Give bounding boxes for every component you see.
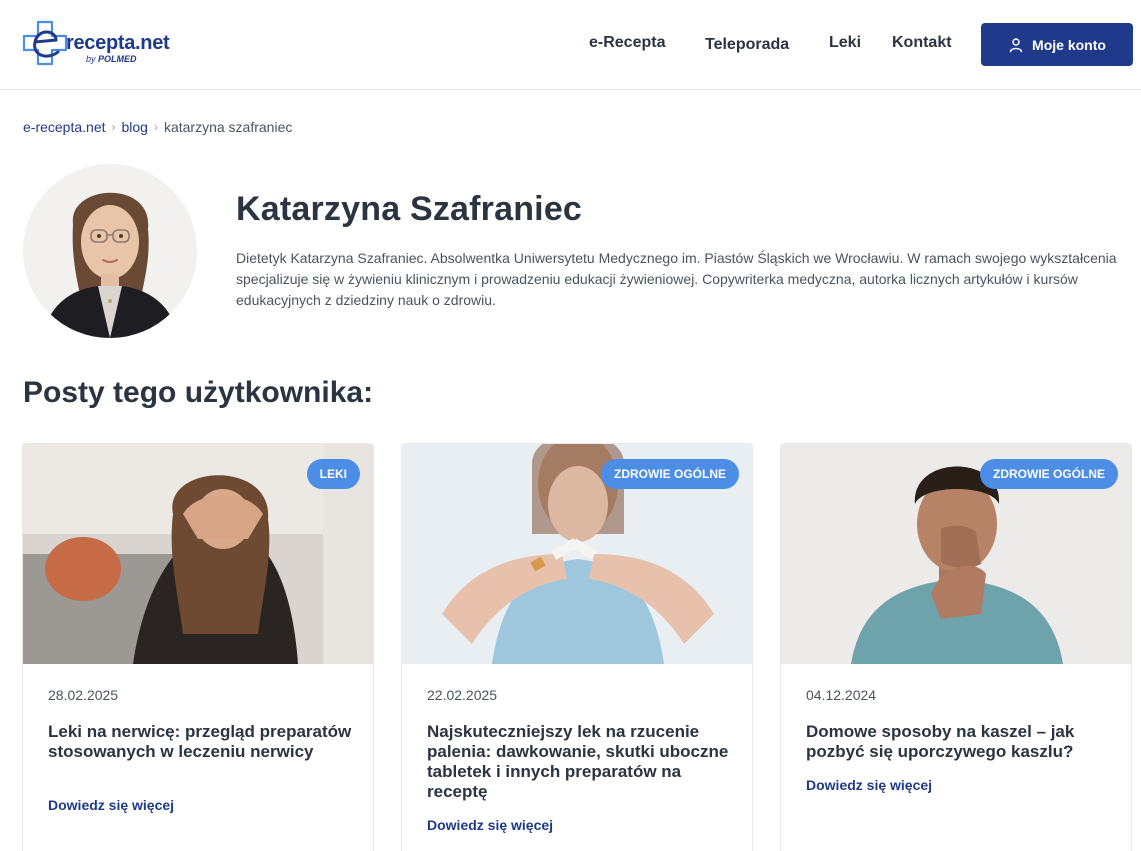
post-card[interactable]: ZDROWIE OGÓLNE 22.02.2025 Najskuteczniej… <box>401 443 753 851</box>
post-date: 22.02.2025 <box>427 687 498 703</box>
user-icon <box>1009 37 1023 52</box>
post-title[interactable]: Najskuteczniejszy lek na rzucenie paleni… <box>427 722 732 802</box>
breadcrumb-current: katarzyna szafraniec <box>163 119 293 135</box>
post-card[interactable]: ZDROWIE OGÓLNE 04.12.2024 Domowe sposoby… <box>780 443 1132 851</box>
read-more-link[interactable]: Dowiedz się więcej <box>48 797 174 813</box>
nav-kontakt[interactable]: Kontakt <box>892 34 952 56</box>
post-date: 04.12.2024 <box>806 687 877 703</box>
my-account-label: Moje konto <box>1032 36 1106 53</box>
post-image[interactable]: LEKI <box>23 444 373 664</box>
my-account-button[interactable]: Moje konto <box>981 23 1133 66</box>
nav-e-recepta[interactable]: e-Recepta <box>589 34 665 56</box>
site-logo[interactable]: recepta.net by POLMED <box>22 20 170 68</box>
post-title[interactable]: Leki na nerwicę: przegląd preparatów sto… <box>48 722 353 762</box>
post-card[interactable]: LEKI 28.02.2025 Leki na nerwicę: przeglą… <box>22 443 374 851</box>
logo-by: by <box>86 54 96 64</box>
post-date: 28.02.2025 <box>48 687 119 703</box>
nav-leki[interactable]: Leki <box>829 34 861 56</box>
logo-brand: POLMED <box>98 54 137 64</box>
chevron-right-icon: › <box>111 120 116 134</box>
post-title[interactable]: Domowe sposoby na kaszel – jak pozbyć si… <box>806 722 1111 762</box>
author-avatar <box>23 164 197 338</box>
posts-heading: Posty tego użytkownika: <box>23 376 374 409</box>
breadcrumb-blog[interactable]: blog <box>122 119 148 135</box>
post-image[interactable]: ZDROWIE OGÓLNE <box>402 444 752 664</box>
chevron-right-icon: › <box>153 120 158 134</box>
breadcrumb-home[interactable]: e-recepta.net <box>23 119 106 135</box>
logo-text: recepta.net <box>66 32 170 54</box>
category-badge: ZDROWIE OGÓLNE <box>601 459 739 489</box>
author-bio: Dietetyk Katarzyna Szafraniec. Absolwent… <box>236 250 1117 308</box>
cross-e-logo-icon <box>22 20 68 66</box>
category-badge: ZDROWIE OGÓLNE <box>980 459 1118 489</box>
nav-teleporada[interactable]: Teleporada <box>705 36 789 58</box>
category-badge: LEKI <box>306 459 360 489</box>
breadcrumb: e-recepta.net › blog › katarzyna szafran… <box>23 117 292 137</box>
logo-byline: by POLMED <box>86 54 137 64</box>
read-more-link[interactable]: Dowiedz się więcej <box>806 777 932 793</box>
read-more-link[interactable]: Dowiedz się więcej <box>427 817 553 833</box>
site-header: recepta.net by POLMED e-Recepta Telepora… <box>0 0 1141 90</box>
author-name: Katarzyna Szafraniec <box>236 190 583 228</box>
post-image[interactable]: ZDROWIE OGÓLNE <box>781 444 1131 664</box>
